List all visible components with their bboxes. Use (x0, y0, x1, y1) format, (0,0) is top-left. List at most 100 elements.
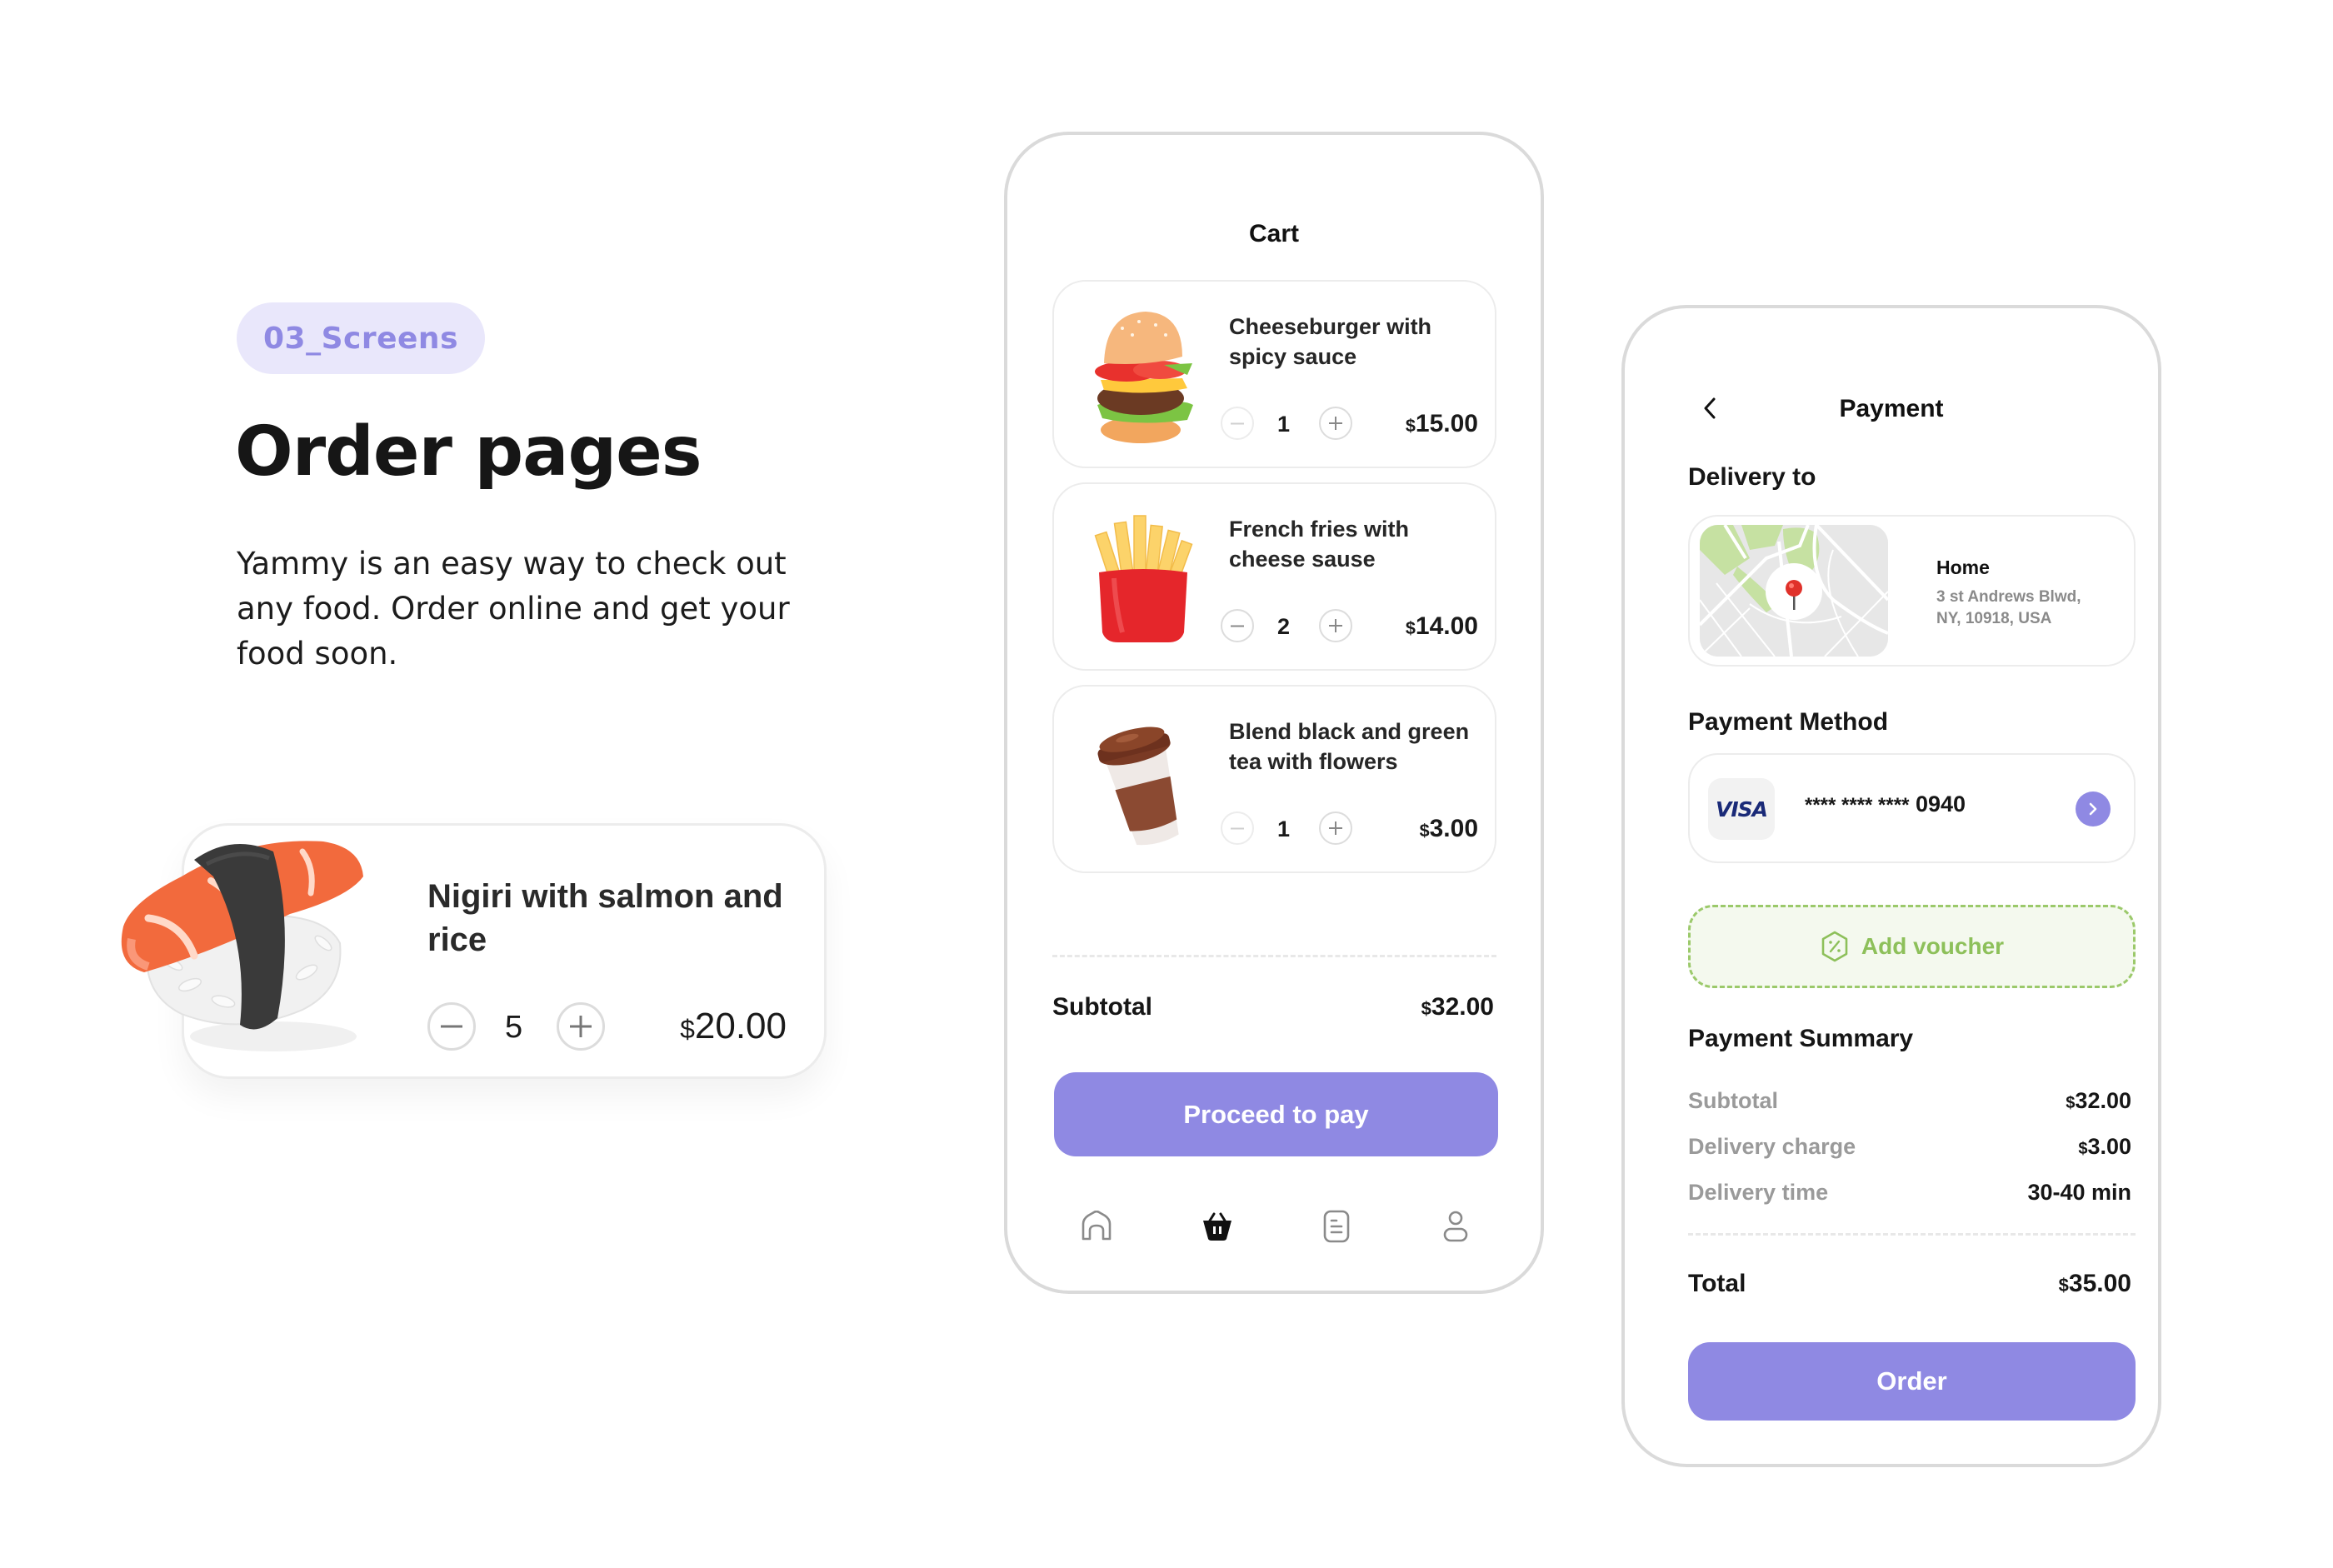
currency-symbol: $ (1405, 415, 1416, 436)
increase-quantity-button[interactable] (1319, 811, 1352, 845)
featured-price: $20.00 (680, 1006, 787, 1047)
subtotal-value: $32.00 (1421, 993, 1494, 1021)
delivery-address-card[interactable]: Home 3 st Andrews Blwd, NY, 10918, USA (1688, 515, 2136, 667)
summary-delivery-time-value: 30-40 min (2027, 1180, 2131, 1205)
tab-orders[interactable] (1311, 1201, 1361, 1251)
tab-cart[interactable] (1192, 1201, 1242, 1251)
sushi-nigiri-image (115, 818, 390, 1068)
section-badge: 03_Screens (237, 302, 485, 374)
visa-logo: VISA (1708, 778, 1775, 840)
cart-item-price: $14.00 (1406, 612, 1478, 641)
summary-delivery-charge-label: Delivery charge (1688, 1134, 1856, 1159)
featured-increase-button[interactable] (557, 1002, 605, 1051)
plus-icon (1329, 821, 1342, 835)
decrease-quantity-button[interactable] (1221, 407, 1254, 440)
price-value: 15.00 (1415, 410, 1478, 437)
price-value: 14.00 (1415, 612, 1478, 640)
decrease-quantity-button[interactable] (1221, 609, 1254, 642)
cart-item-quantity: 2 (1277, 614, 1291, 639)
price-value: 3.00 (1429, 815, 1478, 842)
tea-cup-image (1089, 710, 1197, 851)
featured-decrease-button[interactable] (427, 1002, 476, 1051)
chevron-right-icon (2089, 802, 2097, 816)
featured-price-value: 20.00 (694, 1006, 787, 1046)
home-icon (1082, 1211, 1112, 1241)
summary-amount: 3.00 (2087, 1134, 2131, 1159)
currency-symbol: $ (2058, 1275, 2069, 1296)
page-title: Order pages (235, 412, 702, 492)
minus-icon (1231, 827, 1244, 829)
cart-item-name: Cheeseburger with spicy sauce (1229, 314, 1432, 369)
section-badge-label: 03_Screens (262, 321, 458, 356)
tab-profile[interactable] (1431, 1201, 1481, 1251)
payment-method-heading: Payment Method (1688, 708, 1889, 736)
divider (1052, 955, 1496, 957)
address-name: Home (1936, 557, 1990, 578)
card-brand: VISA (1715, 796, 1768, 821)
user-icon (1443, 1211, 1468, 1242)
french-fries-image (1089, 507, 1197, 649)
tab-home[interactable] (1072, 1201, 1122, 1251)
cheeseburger-image (1089, 305, 1197, 447)
minus-icon (441, 1025, 462, 1028)
summary-delivery-charge-value: $3.00 (2078, 1134, 2131, 1160)
currency-symbol: $ (1421, 998, 1431, 1019)
payment-title: Payment (1839, 395, 1944, 422)
featured-quantity: 5 (505, 1010, 523, 1045)
basket-icon (1203, 1212, 1231, 1241)
plus-icon (1329, 619, 1342, 632)
featured-item-name: Nigiri with salmon and rice (427, 878, 783, 958)
add-voucher-button[interactable]: Add voucher (1688, 905, 2136, 988)
map-thumbnail (1700, 525, 1888, 657)
change-card-button[interactable] (2076, 791, 2111, 826)
cart-item-price: $3.00 (1420, 815, 1478, 843)
plus-icon (1329, 417, 1342, 430)
address-line-2: NY, 10918, USA (1936, 610, 2052, 627)
subtotal-amount: 32.00 (1431, 993, 1494, 1021)
cart-item: Cheeseburger with spicy sauce 1 $15.00 (1052, 280, 1496, 468)
cart-item-name: Blend black and green tea with flowers (1229, 719, 1470, 774)
card-number: **** **** **** 0940 (1805, 791, 1966, 817)
summary-subtotal-label: Subtotal (1688, 1088, 1778, 1113)
increase-quantity-button[interactable] (1319, 609, 1352, 642)
total-value: $35.00 (2059, 1270, 2131, 1298)
cart-item: French fries with cheese sause 2 $14.00 (1052, 482, 1496, 671)
subtotal-label: Subtotal (1052, 993, 1152, 1021)
discount-voucher-icon (1821, 931, 1848, 962)
currency-symbol: $ (2066, 1094, 2076, 1112)
cart-item: Blend black and green tea with flowers 1… (1052, 685, 1496, 873)
currency-symbol: $ (2078, 1140, 2088, 1158)
cart-screen: Cart Cheeseburger with spicy sauce 1 $15… (1004, 132, 1544, 1294)
payment-summary-heading: Payment Summary (1688, 1025, 1914, 1052)
minus-icon (1231, 625, 1244, 627)
currency-symbol: $ (1405, 617, 1416, 638)
summary-delivery-time-label: Delivery time (1688, 1180, 1829, 1205)
featured-price-currency: $ (680, 1014, 695, 1044)
total-amount: 35.00 (2068, 1270, 2131, 1297)
total-label: Total (1688, 1270, 1746, 1297)
add-voucher-label: Add voucher (1861, 933, 2005, 959)
delivery-to-heading: Delivery to (1688, 463, 1816, 491)
document-icon (1323, 1210, 1350, 1243)
address-line-1: 3 st Andrews Blwd, (1936, 588, 2081, 606)
cart-item-name: French fries with cheese sause (1229, 517, 1410, 572)
card-number-mask: **** **** **** (1805, 794, 1910, 816)
divider (1688, 1233, 2136, 1236)
minus-icon (1231, 422, 1244, 424)
order-button[interactable]: Order (1688, 1342, 2136, 1421)
increase-quantity-button[interactable] (1319, 407, 1352, 440)
cart-title: Cart (1248, 220, 1299, 247)
summary-subtotal-value: $32.00 (2066, 1088, 2131, 1114)
page-description: Yammy is an easy way to check out any fo… (237, 546, 790, 672)
plus-icon (570, 1016, 592, 1037)
payment-method-card[interactable]: VISA **** **** **** 0940 (1688, 753, 2136, 863)
card-last4: 0940 (1915, 791, 1966, 816)
decrease-quantity-button[interactable] (1221, 811, 1254, 845)
cart-item-quantity: 1 (1277, 412, 1291, 437)
payment-screen: Payment Delivery to Home 3 st Andrews Bl… (1621, 305, 2161, 1467)
currency-symbol: $ (1419, 820, 1430, 841)
cart-item-price: $15.00 (1406, 410, 1478, 438)
cart-item-quantity: 1 (1277, 816, 1291, 841)
proceed-to-pay-button[interactable]: Proceed to pay (1054, 1072, 1498, 1156)
summary-amount: 32.00 (2075, 1088, 2131, 1113)
